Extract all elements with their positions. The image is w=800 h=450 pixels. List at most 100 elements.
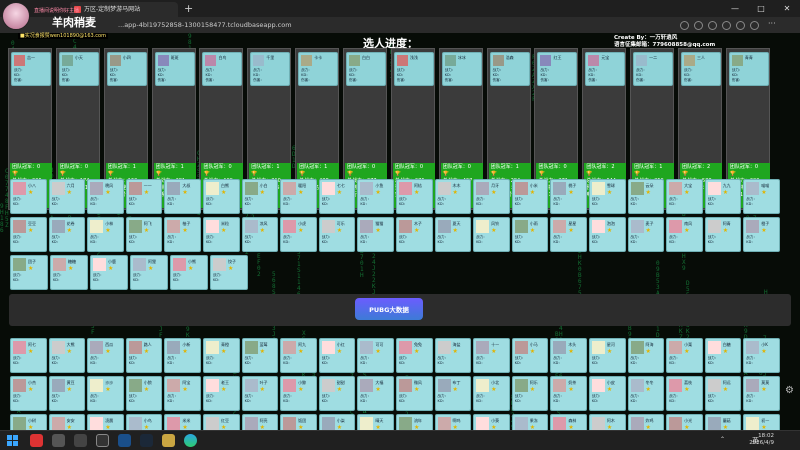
player-card[interactable]: 蘑菇★战力：KD： <box>704 414 742 430</box>
minimize-button[interactable]: — <box>722 0 748 17</box>
player-card[interactable]: 夏天 ★ 战力： KD： <box>434 217 472 252</box>
player-card[interactable]: 阿桔 ★ 战力： KD： <box>395 179 433 214</box>
player-card[interactable]: 小狼 ★ 战力： KD： <box>125 376 163 411</box>
player-card[interactable]: 西瓜 ★ 战力： KD： <box>87 338 124 373</box>
player-card[interactable]: 果冻★战力：KD： <box>511 414 549 430</box>
player-card[interactable]: 小杰 ★ 战力： KD： <box>10 376 47 411</box>
player-card[interactable]: 大宝 ★ 战力： KD： <box>666 179 703 214</box>
player-card[interactable]: 六月 ★ 战力： KD： <box>48 179 86 214</box>
game-app-icon[interactable] <box>74 434 87 447</box>
tray-chevron-icon[interactable]: ⌃ <box>720 436 725 443</box>
player-card[interactable]: 木子 ★ 战力： KD： <box>395 217 433 252</box>
player-card[interactable]: 老王 ★ 战力： KD： <box>202 376 240 411</box>
player-card[interactable]: 微风 ★ 战力： KD： <box>395 376 433 411</box>
player-card[interactable]: 小林 ★ 战力： KD： <box>87 217 124 252</box>
player-card[interactable]: 小虎 ★ 战力： KD： <box>280 217 317 252</box>
player-card[interactable]: 小马 ★ 战力： KD： <box>511 338 549 373</box>
player-card[interactable]: 叶子 ★ 战力： KD： <box>241 376 279 411</box>
player-card[interactable]: 晚风 ★ 战力： KD： <box>87 179 124 214</box>
player-card[interactable]: 风铃 ★ 战力： KD： <box>473 217 510 252</box>
player-card[interactable]: 小雨 ★ 战力： KD： <box>511 217 549 252</box>
player-card[interactable]: 桃子 ★ 战力： KD： <box>550 179 587 214</box>
player-card[interactable]: 星河 ★ 战力： KD： <box>588 338 626 373</box>
player-card[interactable]: 暖阳 ★ 战力： KD： <box>280 179 317 214</box>
player-card[interactable]: 雪球 ★ 战力： KD： <box>588 179 626 214</box>
edge-browser-icon[interactable] <box>184 434 197 447</box>
player-card[interactable]: 阿狸 ★ 战力： KD： <box>130 255 168 290</box>
player-card[interactable]: 橙子 ★ 战力： KD： <box>743 217 780 252</box>
player-card[interactable]: 可乐 ★ 战力： KD： <box>318 217 356 252</box>
player-card[interactable]: 麦子 ★ 战力： KD： <box>627 217 665 252</box>
player-card[interactable]: 红豆★战力：KD： <box>202 414 240 430</box>
player-card[interactable]: 小皮 ★ 战力： KD： <box>588 376 626 411</box>
player-card[interactable]: 阿亮★战力：KD： <box>241 414 279 430</box>
player-card[interactable]: 大福 ★ 战力： KD： <box>357 376 394 411</box>
player-card[interactable]: 小柒★战力：KD： <box>318 414 356 430</box>
player-card[interactable]: 晴天★战力：KD： <box>357 414 394 430</box>
settings-gear-icon[interactable]: ⚙ <box>785 385 794 396</box>
player-card[interactable]: 小北 ★ 战力： KD： <box>473 376 510 411</box>
player-card[interactable]: 凉风 ★ 战力： KD： <box>241 217 279 252</box>
player-card[interactable]: 豆豆 ★ 战力： KD： <box>10 217 47 252</box>
split-view-icon[interactable] <box>708 21 717 30</box>
close-window-button[interactable]: ✕ <box>774 0 800 17</box>
bookmark-icon[interactable] <box>694 21 703 30</box>
team-pick-card[interactable]: 冰冰 战力： KD： 伤害： <box>441 52 482 86</box>
player-card[interactable]: 木头 ★ 战力： KD： <box>550 338 587 373</box>
player-card[interactable]: 海盐 ★ 战力： KD： <box>434 338 472 373</box>
team-pick-card[interactable]: 吉一 战力： KD： 伤害： <box>11 52 51 86</box>
player-card[interactable]: 阿宝 ★ 战力： KD： <box>164 376 201 411</box>
player-card[interactable]: 白糖 ★ 战力： KD： <box>704 338 742 373</box>
player-card[interactable]: 沙沙 ★ 战力： KD： <box>87 376 124 411</box>
netease-app-icon[interactable] <box>30 434 43 447</box>
team-pick-card[interactable]: 千里 战力： KD： 伤害： <box>250 52 291 86</box>
player-card[interactable]: 初一★战力：KD： <box>743 414 780 430</box>
player-card[interactable]: 安安★战力：KD： <box>48 414 86 430</box>
player-card[interactable]: 奶茶 ★ 战力： KD： <box>550 376 587 411</box>
player-card[interactable]: 小米 ★ 战力： KD： <box>511 179 549 214</box>
player-card[interactable]: 喵喵 ★ 战力： KD： <box>743 179 780 214</box>
player-card[interactable]: 团子 ★ 战力： KD： <box>10 255 48 290</box>
player-card[interactable]: 小栗 ★ 战力： KD： <box>666 338 703 373</box>
player-card[interactable]: 小新 ★ 战力： KD： <box>164 338 201 373</box>
player-card[interactable]: 小红 ★ 战力： KD： <box>318 338 356 373</box>
player-card[interactable]: 小鲸 ★ 战力： KD： <box>280 376 317 411</box>
player-card[interactable]: 九九 ★ 战力： KD： <box>704 179 742 214</box>
team-pick-card[interactable]: 红王 战力： KD： 伤害： <box>537 52 578 86</box>
player-card[interactable]: 阿飞 ★ 战力： KD： <box>125 217 163 252</box>
player-card[interactable]: 七七 ★ 战力： KD： <box>318 179 356 214</box>
player-card[interactable]: 小白 ★ 战力： KD： <box>241 179 279 214</box>
player-card[interactable]: 小树★战力：KD： <box>10 414 47 430</box>
player-card[interactable]: 南风 ★ 战力： KD： <box>666 217 703 252</box>
pubg-data-button[interactable]: PUBG大数据 <box>355 298 423 320</box>
player-card[interactable]: 可可 ★ 战力： KD： <box>357 338 394 373</box>
team-pick-card[interactable]: 浩森 战力： KD： 伤害： <box>489 52 530 86</box>
collections-icon[interactable] <box>736 21 745 30</box>
player-card[interactable]: 流年★战力：KD： <box>395 414 433 430</box>
bluetooth-app-icon[interactable] <box>118 434 131 447</box>
player-card[interactable]: 白熊 ★ 战力： KD： <box>202 179 240 214</box>
player-card[interactable]: 荔枝 ★ 战力： KD： <box>666 376 703 411</box>
player-card[interactable]: 阿乐 ★ 战力： KD： <box>511 376 549 411</box>
player-card[interactable]: 大叔 ★ 战力： KD： <box>164 179 201 214</box>
team-pick-card[interactable]: 斑斑 战力： KD： 伤害： <box>154 52 195 86</box>
player-card[interactable]: 花卷 ★ 战力： KD： <box>48 217 86 252</box>
team-pick-card[interactable]: 元宝 战力： KD： 伤害： <box>585 52 626 86</box>
team-pick-card[interactable]: 青青 战力： KD： 伤害： <box>728 52 769 86</box>
player-card[interactable]: 小光★战力：KD： <box>666 414 703 430</box>
windows-start-icon[interactable] <box>7 435 18 446</box>
player-card[interactable]: 大熊 ★ 战力： KD： <box>48 338 86 373</box>
team-pick-card[interactable]: 卡卡 战力： KD： 伤害： <box>298 52 339 86</box>
player-card[interactable]: 小鹿 ★ 战力： KD： <box>90 255 128 290</box>
player-card[interactable]: 星星 ★ 战力： KD： <box>550 217 587 252</box>
player-card[interactable]: 凌晨★战力：KD： <box>87 414 124 430</box>
team-pick-card[interactable]: 浅浅 战力： KD： 伤害： <box>393 52 434 86</box>
player-card[interactable]: 小八 ★ 战力： KD： <box>10 179 47 214</box>
player-card[interactable]: 黄豆 ★ 战力： KD： <box>48 376 86 411</box>
team-pick-card[interactable]: 小四 战力： KD： 伤害： <box>106 52 147 86</box>
player-card[interactable]: 阿七 ★ 战力： KD： <box>10 338 47 373</box>
team-pick-card[interactable]: 白白 战力： KD： 伤害： <box>346 52 387 86</box>
team-pick-card[interactable]: 三人 战力： KD： 伤害： <box>681 52 722 86</box>
clock[interactable]: 18:02 2026/4/9 <box>740 433 774 447</box>
player-card[interactable]: 兔兔 ★ 战力： KD： <box>395 338 433 373</box>
